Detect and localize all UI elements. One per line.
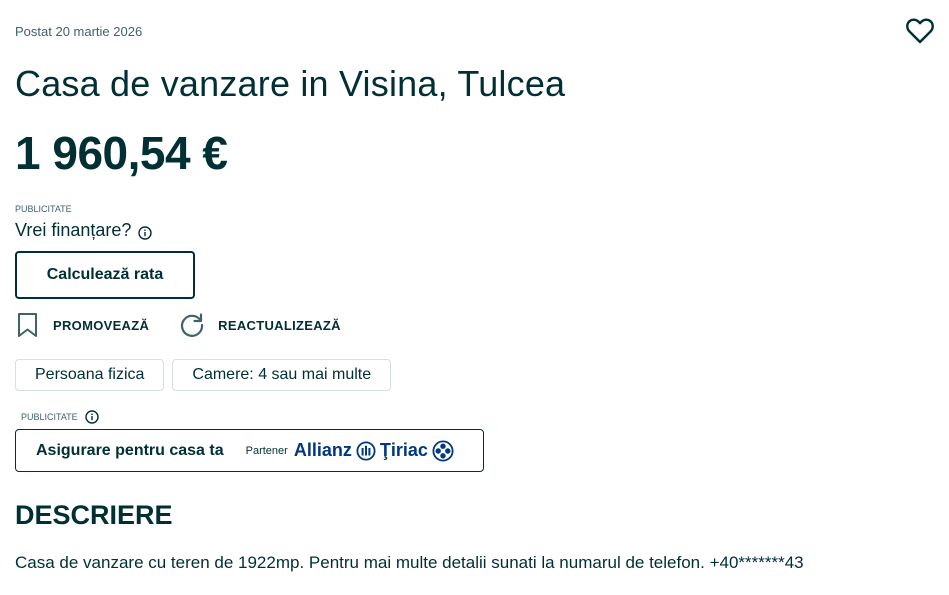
promote-label: PROMOVEAZĂ: [53, 317, 150, 333]
tag-seller-type: Persoana fizica: [15, 359, 165, 391]
info-icon[interactable]: [138, 224, 153, 240]
tag-rooms: Camere: 4 sau mai multe: [172, 359, 392, 391]
info-icon[interactable]: [84, 410, 99, 424]
tiriac-brand: Ţiriac: [379, 440, 428, 460]
insurance-ad-header: PUBLICITATE: [21, 410, 99, 424]
allianz-tiriac-logo: Allianz Ţiriac: [293, 439, 458, 462]
finance-question-text: Vrei finanțare?: [15, 220, 132, 240]
listing-actions: PROMOVEAZĂ REACTUALIZEAZĂ: [15, 312, 341, 338]
ad-label: PUBLICITATE: [15, 204, 72, 214]
heart-icon: [906, 18, 934, 44]
ad-label: PUBLICITATE: [21, 412, 78, 422]
favorite-button[interactable]: [905, 16, 935, 46]
refresh-icon: [181, 313, 204, 337]
posted-date: Postat 20 martie 2026: [15, 24, 143, 39]
partner-label: Partener: [245, 444, 288, 457]
insurance-text: Asigurare pentru casa ta: [36, 441, 224, 459]
bookmark-icon: [18, 313, 37, 337]
insurance-banner[interactable]: Asigurare pentru casa ta Partener Allian…: [15, 429, 484, 472]
listing-price: 1 960,54 €: [15, 127, 228, 179]
allianz-brand: Allianz: [293, 440, 352, 460]
listing-tags: Persoana fizica Camere: 4 sau mai multe: [15, 359, 392, 391]
calculate-rate-button[interactable]: Calculează rata: [15, 251, 195, 299]
description-title: DESCRIERE: [15, 500, 173, 530]
finance-question: Vrei finanțare?: [15, 220, 153, 241]
allianz-eagle-icon: [356, 440, 376, 461]
description-text: Casa de vanzare cu teren de 1922mp. Pent…: [15, 553, 804, 572]
listing-title: Casa de vanzare in Visina, Tulcea: [15, 63, 566, 104]
refresh-button[interactable]: REACTUALIZEAZĂ: [179, 312, 341, 338]
tiriac-cross-icon: [432, 439, 454, 462]
refresh-label: REACTUALIZEAZĂ: [218, 317, 341, 333]
promote-button[interactable]: PROMOVEAZĂ: [15, 312, 149, 338]
